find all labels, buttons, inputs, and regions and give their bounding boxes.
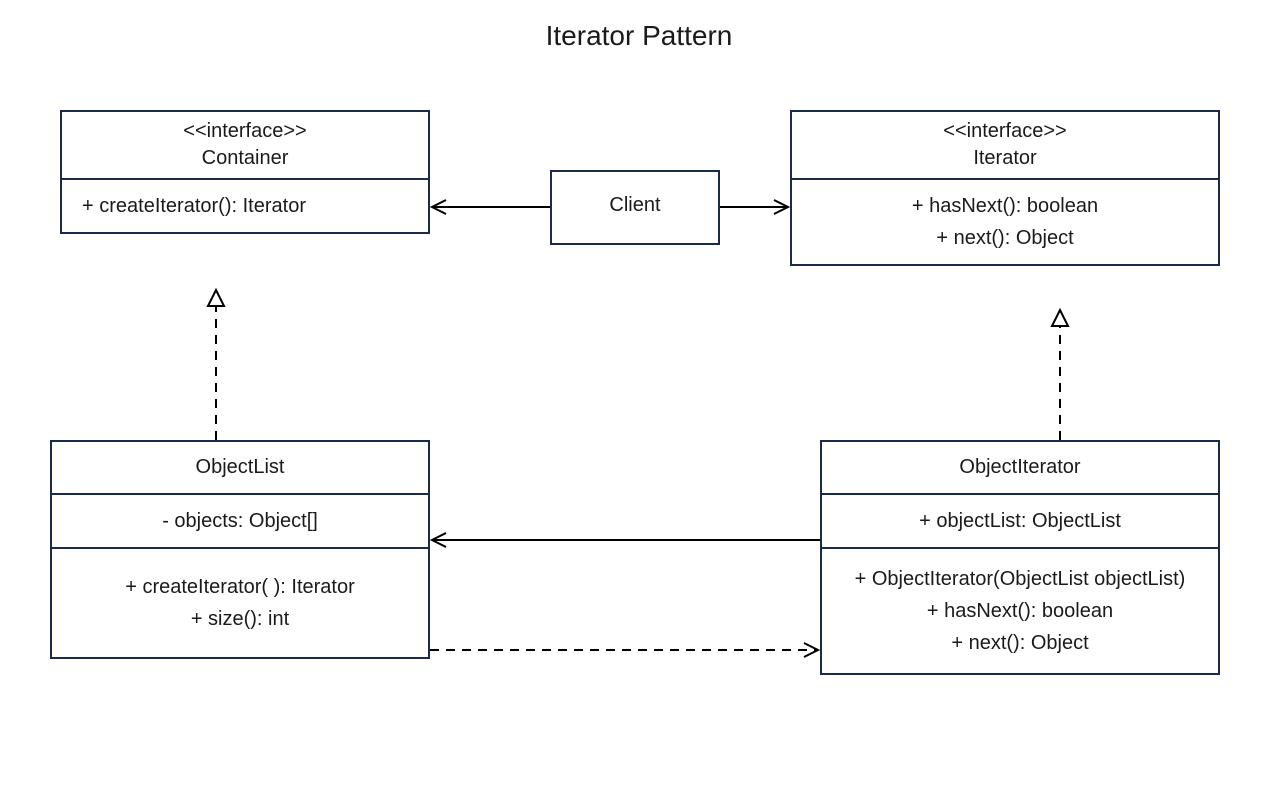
method: + createIterator(): Iterator — [82, 190, 414, 222]
method: + next(): Object — [806, 222, 1204, 254]
method: + hasNext(): boolean — [806, 190, 1204, 222]
methods-compartment: + ObjectIterator(ObjectList objectList) … — [822, 549, 1218, 673]
attribute: - objects: Object[] — [66, 505, 414, 537]
class-header-iterator: <<interface>> Iterator — [792, 112, 1218, 180]
class-name: ObjectList — [64, 454, 416, 481]
attribute: + objectList: ObjectList — [836, 505, 1204, 537]
class-name: Iterator — [806, 145, 1204, 172]
methods-compartment: + createIterator(): Iterator — [62, 180, 428, 232]
class-name: ObjectIterator — [834, 454, 1206, 481]
class-header-objectiterator: ObjectIterator — [822, 442, 1218, 495]
class-box-iterator: <<interface>> Iterator + hasNext(): bool… — [790, 110, 1220, 266]
methods-compartment: + hasNext(): boolean + next(): Object — [792, 180, 1218, 264]
method: + ObjectIterator(ObjectList objectList) — [836, 563, 1204, 595]
methods-compartment: + createIterator( ): Iterator + size(): … — [52, 549, 428, 657]
method: + createIterator( ): Iterator — [66, 571, 414, 603]
class-name: Container — [76, 145, 414, 172]
class-box-container: <<interface>> Container + createIterator… — [60, 110, 430, 234]
diagram-title: Iterator Pattern — [0, 20, 1278, 52]
class-box-client: Client — [550, 170, 720, 245]
diagram-canvas: Iterator Pattern <<interface>> Container… — [0, 0, 1278, 796]
attributes-compartment: + objectList: ObjectList — [822, 495, 1218, 549]
class-box-objectiterator: ObjectIterator + objectList: ObjectList … — [820, 440, 1220, 675]
stereotype-label: <<interface>> — [76, 118, 414, 145]
class-name: Client — [552, 172, 718, 217]
class-header-container: <<interface>> Container — [62, 112, 428, 180]
attributes-compartment: - objects: Object[] — [52, 495, 428, 549]
method: + size(): int — [66, 603, 414, 635]
method: + next(): Object — [836, 627, 1204, 659]
class-header-objectlist: ObjectList — [52, 442, 428, 495]
method: + hasNext(): boolean — [836, 595, 1204, 627]
class-box-objectlist: ObjectList - objects: Object[] + createI… — [50, 440, 430, 659]
stereotype-label: <<interface>> — [806, 118, 1204, 145]
